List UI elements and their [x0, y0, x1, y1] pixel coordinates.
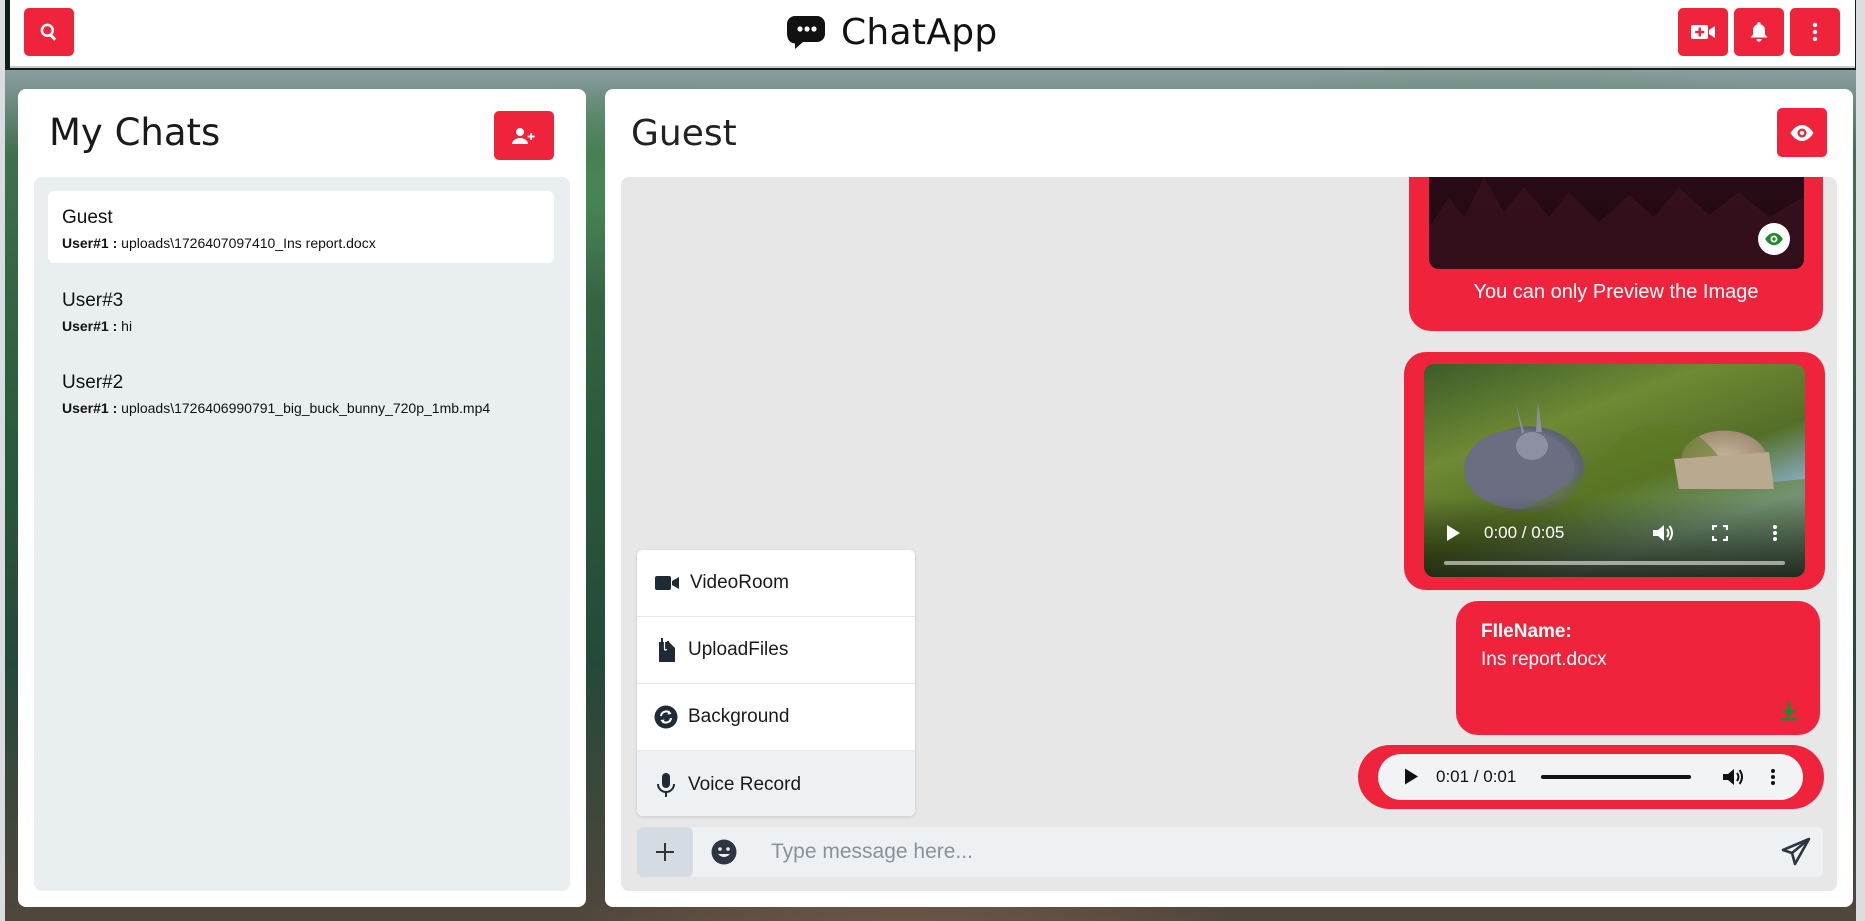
attach-menu: VideoRoom UploadFiles Background Voice R…	[637, 550, 915, 816]
volume-icon[interactable]	[1652, 523, 1674, 543]
video-plus-icon	[1691, 25, 1715, 39]
window-edge-right	[1856, 0, 1865, 921]
image-caption: You can only Preview the Image	[1473, 281, 1759, 303]
image-preview-eye-button[interactable]	[1758, 223, 1790, 255]
view-profile-button[interactable]	[1777, 108, 1827, 157]
chat-item-user3[interactable]: User#3 User#1 : hi	[48, 274, 554, 346]
notifications-button[interactable]	[1734, 8, 1784, 56]
microphone-icon	[657, 772, 675, 797]
file-message: FIleName: Ins report.docx	[1456, 601, 1820, 735]
brand: ChatApp	[785, 10, 998, 54]
attach-toggle-button[interactable]	[637, 827, 693, 877]
eye-icon	[1790, 124, 1814, 141]
plus-icon	[656, 843, 674, 861]
video-message: 0:00 / 0:05	[1404, 352, 1825, 590]
chat-list: Guest User#1 : uploads\1726407097410_Ins…	[34, 177, 570, 891]
audio-more-icon[interactable]	[1770, 768, 1776, 786]
chat-preview-sender: User#1 :	[62, 318, 118, 334]
video-player[interactable]: 0:00 / 0:05	[1424, 364, 1805, 577]
download-icon[interactable]	[1780, 701, 1798, 721]
audio-player[interactable]: 0:01 / 0:01	[1378, 754, 1803, 800]
fullscreen-icon[interactable]	[1712, 525, 1728, 541]
chat-preview: User#1 : hi	[62, 318, 554, 334]
menu-item-label: Background	[688, 706, 790, 727]
eye-icon	[1765, 232, 1783, 246]
video-camera-icon	[655, 576, 679, 590]
bell-icon	[1750, 22, 1768, 42]
top-header: ChatApp	[10, 0, 1855, 66]
emoji-icon[interactable]	[711, 839, 737, 865]
menu-item-label: UploadFiles	[688, 639, 789, 660]
menu-item-label: VideoRoom	[690, 572, 789, 593]
video-progress-bar[interactable]	[1444, 561, 1785, 565]
menu-item-videoroom[interactable]: VideoRoom	[637, 550, 915, 617]
more-options-button[interactable]	[1790, 8, 1840, 56]
my-chats-panel: My Chats Guest User#1 : uploads\17264070…	[18, 89, 586, 907]
new-group-chat-button[interactable]	[494, 111, 554, 160]
chat-preview: User#1 : uploads\1726406990791_big_buck_…	[62, 400, 554, 416]
conversation-panel: Guest You can only Preview the Image 0:0…	[605, 89, 1853, 907]
audio-message: 0:01 / 0:01	[1358, 745, 1824, 809]
file-upload-icon	[659, 637, 675, 662]
app-title: ChatApp	[841, 11, 998, 53]
video-time: 0:00 / 0:05	[1484, 523, 1565, 542]
send-icon[interactable]	[1781, 837, 1811, 867]
chat-preview-text: uploads\1726407097410_Ins report.docx	[121, 235, 376, 251]
file-label: FIleName:	[1481, 621, 1572, 642]
window-edge-left	[0, 0, 5, 921]
menu-item-background[interactable]: Background	[637, 684, 915, 751]
menu-item-uploadfiles[interactable]: UploadFiles	[637, 617, 915, 684]
image-preview[interactable]	[1429, 177, 1804, 269]
search-icon	[40, 23, 57, 41]
chat-logo-icon	[787, 16, 825, 49]
conversation-title: Guest	[631, 113, 737, 154]
message-composer	[637, 827, 1823, 877]
new-video-room-button[interactable]	[1678, 8, 1728, 56]
user-plus-icon	[512, 127, 535, 144]
chat-name: User#3	[62, 290, 124, 311]
image-message: You can only Preview the Image	[1409, 177, 1823, 331]
volume-icon[interactable]	[1722, 767, 1744, 787]
chat-preview-sender: User#1 :	[62, 400, 118, 416]
message-input[interactable]	[771, 837, 1721, 867]
chat-name: User#2	[62, 372, 124, 393]
audio-time: 0:01 / 0:01	[1436, 767, 1517, 786]
chat-preview-text: uploads\1726406990791_big_buck_bunny_720…	[121, 400, 491, 416]
my-chats-title: My Chats	[49, 111, 221, 154]
play-icon[interactable]	[1446, 525, 1460, 541]
chat-preview-sender: User#1 :	[62, 235, 118, 251]
chat-preview-text: hi	[121, 318, 133, 334]
menu-item-voice-record[interactable]: Voice Record	[637, 751, 915, 816]
refresh-circle-icon	[654, 705, 678, 729]
menu-item-label: Voice Record	[688, 773, 802, 795]
play-icon[interactable]	[1404, 768, 1418, 785]
chat-item-guest[interactable]: Guest User#1 : uploads\1726407097410_Ins…	[48, 191, 554, 263]
chat-item-user2[interactable]: User#2 User#1 : uploads\1726406990791_bi…	[48, 356, 554, 428]
chat-name: Guest	[62, 207, 113, 228]
image-forest-scene	[1429, 177, 1804, 269]
messages-area[interactable]: You can only Preview the Image 0:00 / 0:…	[621, 177, 1837, 891]
kebab-menu-icon	[1812, 22, 1818, 42]
video-more-icon[interactable]	[1772, 524, 1778, 542]
video-controls: 0:00 / 0:05	[1424, 497, 1805, 577]
file-name: Ins report.docx	[1481, 649, 1607, 670]
chat-preview: User#1 : uploads\1726407097410_Ins repor…	[62, 235, 554, 251]
audio-progress-bar[interactable]	[1541, 775, 1691, 779]
search-button[interactable]	[24, 8, 74, 56]
